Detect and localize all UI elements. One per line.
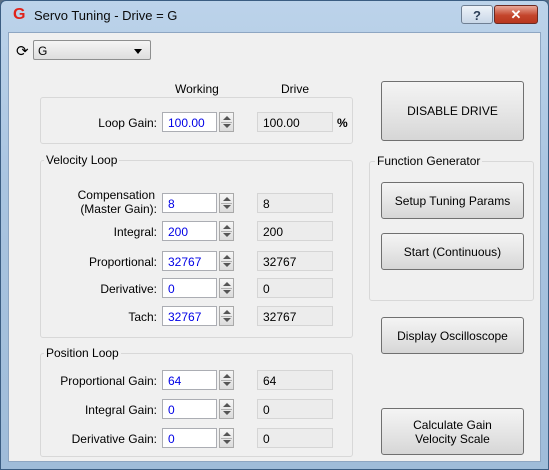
derivative-input[interactable]: 0 (162, 278, 217, 298)
window-title: Servo Tuning - Drive = G (34, 8, 178, 23)
compensation-drive-value: 8 (257, 193, 333, 213)
working-header: Working (175, 82, 219, 96)
velocity-loop-title: Velocity Loop (44, 153, 120, 167)
loop-gain-input[interactable]: 100.00 (162, 112, 217, 132)
derivative-gain-spinner[interactable] (219, 428, 234, 448)
proportional-gain-input[interactable]: 64 (162, 370, 217, 390)
loop-gain-label: Loop Gain: (98, 116, 157, 130)
tach-input[interactable]: 32767 (162, 306, 217, 326)
compensation-spinner[interactable] (219, 193, 234, 213)
compensation-label-line2: (Master Gain): (80, 202, 157, 216)
position-loop-title: Position Loop (44, 346, 121, 360)
calculate-gain-label-line1: Calculate Gain (413, 417, 492, 432)
proportional-gain-spinner[interactable] (219, 370, 234, 390)
integral-input[interactable]: 200 (162, 221, 217, 241)
integral-gain-drive-value: 0 (257, 399, 333, 419)
tach-label: Tach: (128, 310, 157, 324)
proportional-spinner[interactable] (219, 251, 234, 271)
help-button[interactable]: ? (461, 5, 493, 24)
dialog-body: ⟳ G Working Drive Loop Gain: 100.00 100.… (8, 32, 541, 462)
start-continuous-button[interactable]: Start (Continuous) (381, 233, 524, 270)
integral-gain-label: Integral Gain: (84, 403, 157, 417)
calculate-gain-label-line2: Velocity Scale (415, 431, 490, 446)
loop-gain-unit: % (337, 116, 348, 130)
integral-gain-spinner[interactable] (219, 399, 234, 419)
derivative-gain-input[interactable]: 0 (162, 428, 217, 448)
proportional-label: Proportional: (88, 255, 157, 269)
function-generator-title: Function Generator (375, 154, 483, 168)
integral-gain-input[interactable]: 0 (162, 399, 217, 419)
derivative-spinner[interactable] (219, 278, 234, 298)
tach-spinner[interactable] (219, 306, 234, 326)
help-icon: ? (473, 8, 481, 23)
setup-tuning-params-button[interactable]: Setup Tuning Params (381, 182, 524, 219)
chevron-down-icon (134, 49, 142, 54)
close-button[interactable]: ✕ (494, 5, 538, 24)
integral-spinner[interactable] (219, 221, 234, 241)
integral-label: Integral: (113, 225, 157, 239)
calculate-gain-button[interactable]: Calculate Gain Velocity Scale (381, 408, 524, 455)
disable-drive-button[interactable]: DISABLE DRIVE (381, 81, 524, 141)
drive-select-value: G (38, 44, 48, 58)
compensation-label-line1: Compensation (77, 188, 155, 202)
drive-select[interactable]: G (33, 40, 151, 60)
integral-drive-value: 200 (257, 221, 333, 241)
tach-drive-value: 32767 (257, 306, 333, 326)
derivative-label: Derivative: (100, 282, 157, 296)
derivative-gain-drive-value: 0 (257, 428, 333, 448)
proportional-gain-label: Proportional Gain: (60, 374, 157, 388)
proportional-input[interactable]: 32767 (162, 251, 217, 271)
proportional-drive-value: 32767 (257, 251, 333, 271)
app-logo-icon: G (13, 6, 26, 23)
loop-gain-spinner[interactable] (219, 112, 234, 132)
loop-gain-drive-value: 100.00 (257, 112, 333, 132)
derivative-drive-value: 0 (257, 278, 333, 298)
proportional-gain-drive-value: 64 (257, 370, 333, 390)
derivative-gain-label: Derivative Gain: (71, 432, 157, 446)
drive-header: Drive (281, 82, 310, 96)
title-bar[interactable]: G Servo Tuning - Drive = G ? ✕ (0, 0, 549, 32)
compensation-input[interactable]: 8 (162, 193, 217, 213)
refresh-icon[interactable]: ⟳ (16, 42, 29, 60)
display-oscilloscope-button[interactable]: Display Oscilloscope (381, 317, 524, 354)
close-icon: ✕ (510, 7, 522, 22)
